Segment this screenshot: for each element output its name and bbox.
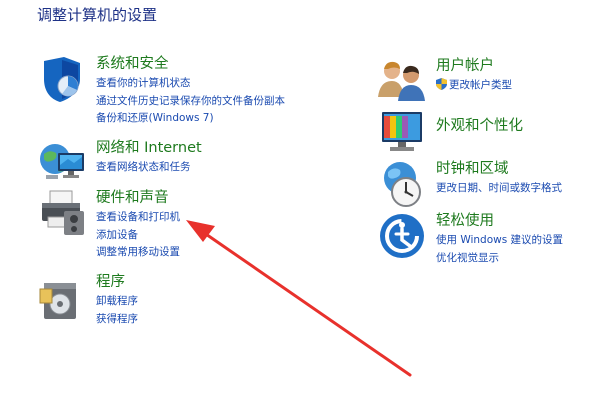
link-backup-restore-win7[interactable]: 备份和还原(Windows 7): [96, 110, 285, 128]
ease-of-access-icon[interactable]: [378, 212, 426, 260]
category-title-clock-region[interactable]: 时钟和区域: [436, 160, 562, 179]
category-title-programs[interactable]: 程序: [96, 273, 138, 292]
appearance-monitor-icon[interactable]: [378, 108, 426, 156]
category-title-ease-of-access[interactable]: 轻松使用: [436, 212, 563, 231]
link-view-computer-status[interactable]: 查看你的计算机状态: [96, 75, 285, 93]
programs-disc-icon[interactable]: [38, 273, 86, 321]
printer-icon[interactable]: [38, 189, 86, 237]
link-file-history-backup[interactable]: 通过文件历史记录保存你的文件备份副本: [96, 93, 285, 111]
category-title-hardware-sound[interactable]: 硬件和声音: [96, 189, 180, 208]
category-title-user-accounts[interactable]: 用户帐户: [436, 57, 512, 76]
link-mobility-settings[interactable]: 调整常用移动设置: [96, 244, 180, 262]
link-get-programs[interactable]: 获得程序: [96, 311, 138, 329]
link-view-network-status[interactable]: 查看网络状态和任务: [96, 159, 202, 177]
link-change-account-type-label: 更改帐户类型: [449, 79, 512, 91]
link-uninstall-program[interactable]: 卸载程序: [96, 293, 138, 311]
link-add-device[interactable]: 添加设备: [96, 227, 180, 245]
link-windows-recommended-settings[interactable]: 使用 Windows 建议的设置: [436, 232, 563, 250]
category-title-system-security[interactable]: 系统和安全: [96, 55, 285, 74]
category-title-network-internet[interactable]: 网络和 Internet: [96, 139, 202, 158]
network-globe-icon[interactable]: [38, 139, 86, 187]
category-title-appearance-personalization[interactable]: 外观和个性化: [436, 117, 523, 136]
link-change-date-time-format[interactable]: 更改日期、时间或数字格式: [436, 180, 562, 198]
clock-globe-icon[interactable]: [378, 160, 426, 208]
link-view-devices-printers[interactable]: 查看设备和打印机: [96, 209, 180, 227]
link-optimize-visual-display[interactable]: 优化视觉显示: [436, 250, 563, 268]
page-title: 调整计算机的设置: [37, 6, 158, 24]
users-icon[interactable]: [378, 57, 426, 105]
security-shield-icon[interactable]: [38, 55, 86, 103]
uac-shield-icon: [436, 78, 447, 90]
link-change-account-type[interactable]: 更改帐户类型: [436, 77, 512, 95]
